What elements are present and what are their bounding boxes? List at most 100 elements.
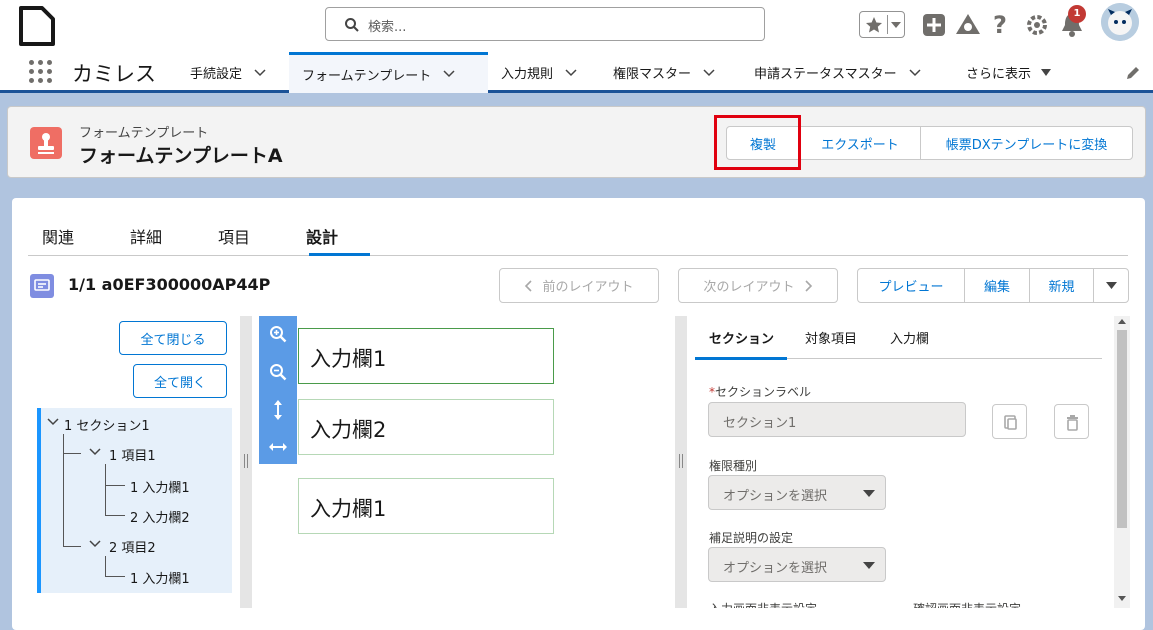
chevron-down-icon[interactable] bbox=[254, 68, 266, 77]
form-layout-icon bbox=[34, 279, 50, 291]
zoom-in-icon[interactable] bbox=[269, 325, 287, 343]
permission-type-select[interactable]: オプションを選択 bbox=[708, 475, 886, 510]
next-layout-label: 次のレイアウト bbox=[703, 280, 795, 295]
global-header: 検索... ? 1 bbox=[0, 0, 1153, 52]
copy-section-button[interactable] bbox=[992, 404, 1027, 439]
chevron-down-icon[interactable] bbox=[89, 540, 101, 548]
tree-node-input-field[interactable]: 2 入力欄2 bbox=[130, 507, 190, 526]
tab-related[interactable]: 関連 bbox=[42, 224, 74, 248]
tab-details[interactable]: 詳細 bbox=[130, 224, 162, 248]
tab-input-field[interactable]: 入力欄 bbox=[890, 328, 929, 347]
tree-node-input-field[interactable]: 1 入力欄1 bbox=[130, 477, 190, 496]
canvas-input-field[interactable]: 入力欄1 bbox=[298, 328, 554, 384]
favorites-button[interactable] bbox=[859, 11, 905, 38]
favorites-dropdown-icon[interactable] bbox=[891, 22, 901, 28]
structure-tree-panel: 全て閉じる 全て開く 1 セクション1 1 項目1 1 入力欄1 2 入力欄2 … bbox=[16, 316, 252, 630]
tab-section[interactable]: セクション bbox=[709, 328, 774, 347]
chevron-down-icon[interactable] bbox=[443, 70, 455, 78]
nav-item-form-template[interactable]: フォームテンプレート bbox=[289, 52, 488, 93]
edit-button[interactable]: 編集 bbox=[965, 269, 1030, 302]
notification-badge: 1 bbox=[1068, 5, 1086, 23]
nav-item-status-master[interactable]: 申請ステータスマスター bbox=[754, 52, 921, 93]
nav-item-label: 申請ステータスマスター bbox=[754, 67, 897, 82]
previous-layout-button[interactable]: 前のレイアウト bbox=[499, 268, 659, 303]
scroll-up-icon[interactable] bbox=[1118, 319, 1126, 324]
chevron-down-icon[interactable] bbox=[565, 68, 577, 77]
search-icon bbox=[345, 18, 359, 32]
layout-icon bbox=[30, 274, 54, 298]
input-screen-hidden-label: 入力画面非表示設定 bbox=[709, 600, 817, 608]
app-logo-icon[interactable] bbox=[18, 5, 56, 47]
help-text-setting-placeholder: オプションを選択 bbox=[723, 561, 828, 576]
nav-item-permission-master[interactable]: 権限マスター bbox=[613, 52, 715, 93]
chevron-down-icon[interactable] bbox=[909, 68, 921, 77]
nav-item-label: さらに表示 bbox=[966, 67, 1032, 82]
help-icon[interactable]: ? bbox=[991, 12, 1011, 38]
scrollbar-thumb[interactable] bbox=[1117, 330, 1127, 528]
permission-type-label: 権限種別 bbox=[709, 459, 758, 473]
expand-all-button[interactable]: 全て開く bbox=[133, 364, 227, 398]
section-label-text: セクションラベル bbox=[715, 385, 812, 399]
designer-action-buttons: プレビュー 編集 新規 bbox=[857, 268, 1129, 303]
nav-item-input-rules[interactable]: 入力規則 bbox=[501, 52, 577, 93]
caret-down-icon bbox=[1105, 282, 1117, 289]
canvas-input-field[interactable]: 入力欄1 bbox=[298, 478, 554, 534]
record-title: フォームテンプレートA bbox=[79, 145, 283, 167]
left-resize-handle[interactable] bbox=[240, 316, 252, 608]
caret-down-icon bbox=[863, 562, 875, 569]
record-tabs: 関連 詳細 項目 設計 bbox=[28, 220, 1128, 256]
global-create-icon[interactable] bbox=[922, 13, 946, 37]
nav-item-procedure-settings[interactable]: 手続設定 bbox=[190, 52, 266, 93]
nav-item-more[interactable]: さらに表示 bbox=[966, 52, 1052, 93]
properties-scrollbar[interactable] bbox=[1114, 316, 1130, 608]
caret-down-icon bbox=[863, 490, 875, 497]
edit-nav-pencil-icon[interactable] bbox=[1125, 65, 1141, 81]
convert-to-dx-template-button[interactable]: 帳票DXテンプレートに変換 bbox=[921, 127, 1132, 159]
gear-icon[interactable] bbox=[1025, 13, 1049, 37]
tree-node-input-field[interactable]: 1 入力欄1 bbox=[130, 568, 190, 587]
copy-icon bbox=[1004, 415, 1017, 430]
next-layout-button[interactable]: 次のレイアウト bbox=[678, 268, 838, 303]
chevron-right-icon bbox=[804, 279, 812, 292]
scroll-down-icon[interactable] bbox=[1118, 596, 1126, 601]
tree-node-item[interactable]: 2 項目2 bbox=[109, 537, 156, 556]
layout-title: 1/1 a0EF300000AP44P bbox=[68, 275, 271, 294]
canvas-input-field[interactable]: 入力欄2 bbox=[298, 399, 554, 455]
active-tab-indicator bbox=[309, 253, 370, 256]
search-placeholder: 検索... bbox=[368, 20, 407, 35]
chevron-down-icon[interactable] bbox=[47, 418, 59, 426]
export-button[interactable]: エクスポート bbox=[800, 127, 921, 159]
nav-item-label: 権限マスター bbox=[613, 67, 692, 82]
record-object-type: フォームテンプレート bbox=[79, 126, 209, 141]
confirm-screen-hidden-label: 確認画面非表示設定 bbox=[913, 600, 1021, 608]
tab-design[interactable]: 設計 bbox=[306, 224, 338, 248]
global-search-input[interactable]: 検索... bbox=[325, 7, 765, 41]
trailhead-icon[interactable] bbox=[955, 12, 981, 38]
section-label-input[interactable]: セクション1 bbox=[708, 402, 966, 437]
svg-text:?: ? bbox=[993, 12, 1007, 38]
preview-button[interactable]: プレビュー bbox=[858, 269, 965, 302]
nav-item-label: フォームテンプレート bbox=[302, 68, 432, 84]
chevron-down-icon[interactable] bbox=[89, 448, 101, 456]
user-avatar[interactable] bbox=[1101, 3, 1139, 41]
tree-node-section[interactable]: 1 セクション1 bbox=[64, 415, 150, 434]
app-launcher-icon[interactable] bbox=[29, 60, 53, 84]
collapse-all-button[interactable]: 全て閉じる bbox=[119, 321, 227, 355]
tab-items[interactable]: 項目 bbox=[218, 224, 250, 248]
caret-down-icon bbox=[1041, 69, 1052, 76]
new-button[interactable]: 新規 bbox=[1030, 269, 1094, 302]
horizontal-resize-icon[interactable] bbox=[269, 440, 287, 454]
zoom-out-icon[interactable] bbox=[269, 363, 287, 381]
tab-target-item[interactable]: 対象項目 bbox=[805, 328, 857, 347]
vertical-resize-icon[interactable] bbox=[269, 400, 287, 420]
structure-tree: 1 セクション1 1 項目1 1 入力欄1 2 入力欄2 2 項目2 1 入力欄… bbox=[37, 408, 232, 593]
more-actions-button[interactable] bbox=[1094, 269, 1128, 302]
right-resize-handle[interactable] bbox=[675, 316, 687, 608]
previous-layout-label: 前のレイアウト bbox=[542, 280, 634, 295]
chevron-down-icon[interactable] bbox=[703, 68, 715, 77]
help-text-setting-select[interactable]: オプションを選択 bbox=[708, 547, 886, 582]
tree-node-item[interactable]: 1 項目1 bbox=[109, 445, 156, 464]
permission-type-placeholder: オプションを選択 bbox=[723, 489, 828, 504]
delete-section-button[interactable] bbox=[1054, 404, 1089, 439]
record-header: フォームテンプレート フォームテンプレートA 複製 エクスポート 帳票DXテンプ… bbox=[7, 106, 1146, 178]
